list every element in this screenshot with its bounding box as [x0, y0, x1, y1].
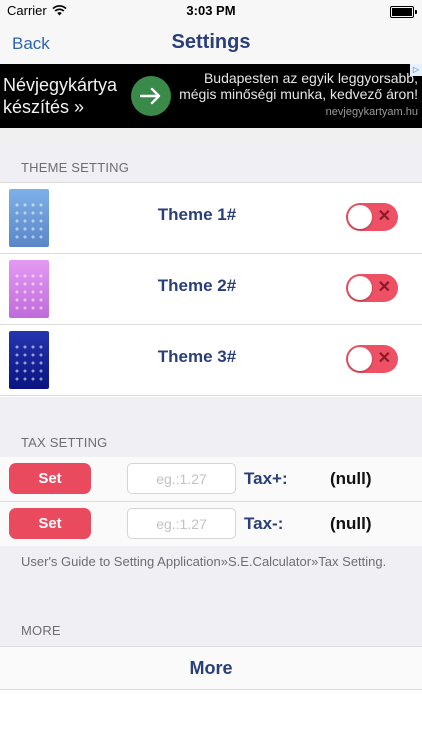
tax-section-header: TAX SETTING	[0, 397, 422, 457]
tax-plus-input[interactable]	[127, 463, 236, 494]
more-section-header: MORE	[0, 610, 422, 646]
navigation-bar: Back Settings	[0, 22, 422, 64]
more-section-label: MORE	[21, 623, 61, 638]
theme-row-2[interactable]: Theme 2# ✕	[0, 254, 422, 325]
theme-2-label: Theme 2#	[157, 276, 237, 295]
theme-row-3[interactable]: Theme 3# ✕	[0, 325, 422, 396]
arrow-right-icon	[140, 87, 161, 105]
theme-3-toggle[interactable]: ✕	[346, 345, 398, 373]
toggle-knob	[348, 205, 372, 229]
ad-body-text: Budapesten az egyik leggyorsabb, mégis m…	[179, 70, 418, 102]
battery-icon	[390, 6, 417, 18]
ad-arrow-button[interactable]	[131, 76, 171, 116]
tax-section-label: TAX SETTING	[21, 435, 108, 450]
close-icon: ✕	[377, 208, 391, 225]
theme-2-toggle[interactable]: ✕	[346, 274, 398, 302]
adchoices-icon[interactable]: ▷	[410, 64, 422, 76]
ad-divider	[0, 128, 422, 144]
theme-section-header: THEME SETTING	[0, 144, 422, 182]
ad-domain: nevjegykartyam.hu	[325, 106, 418, 118]
tax-plus-value: (null)	[330, 469, 372, 488]
toggle-knob	[348, 347, 372, 371]
set-tax-minus-button[interactable]: Set	[9, 508, 91, 539]
ad-body: Budapesten az egyik leggyorsabb, mégis m…	[178, 70, 418, 120]
guide-footer: User's Guide to Setting Application»S.E.…	[0, 546, 422, 610]
status-bar: Carrier 3:03 PM	[0, 0, 422, 22]
status-time: 3:03 PM	[186, 3, 236, 18]
tax-minus-value: (null)	[330, 514, 372, 533]
close-icon: ✕	[377, 279, 391, 296]
tax-plus-label: Tax+:	[244, 469, 288, 488]
more-button-label: More	[189, 658, 233, 678]
page-title: Settings	[171, 31, 251, 53]
close-icon: ✕	[377, 350, 391, 367]
theme-section-label: THEME SETTING	[21, 160, 130, 175]
toggle-knob	[348, 276, 372, 300]
theme-1-label: Theme 1#	[157, 205, 237, 224]
ad-headline: Névjegykártya készítés »	[3, 75, 118, 117]
tax-plus-row: Set Tax+: (null)	[0, 457, 422, 502]
theme-1-toggle[interactable]: ✕	[346, 203, 398, 231]
theme-row-1[interactable]: Theme 1# ✕	[0, 182, 422, 254]
tax-minus-label: Tax-:	[244, 514, 284, 533]
user-guide-link[interactable]: User's Guide to Setting Application»S.E.…	[21, 554, 391, 570]
set-tax-plus-button[interactable]: Set	[9, 463, 91, 494]
tax-minus-input[interactable]	[127, 508, 236, 539]
theme-3-label: Theme 3#	[157, 347, 237, 366]
ad-banner[interactable]: Névjegykártya készítés » Budapesten az e…	[0, 64, 422, 128]
more-button[interactable]: More	[0, 646, 422, 690]
tax-minus-row: Set Tax-: (null)	[0, 502, 422, 547]
